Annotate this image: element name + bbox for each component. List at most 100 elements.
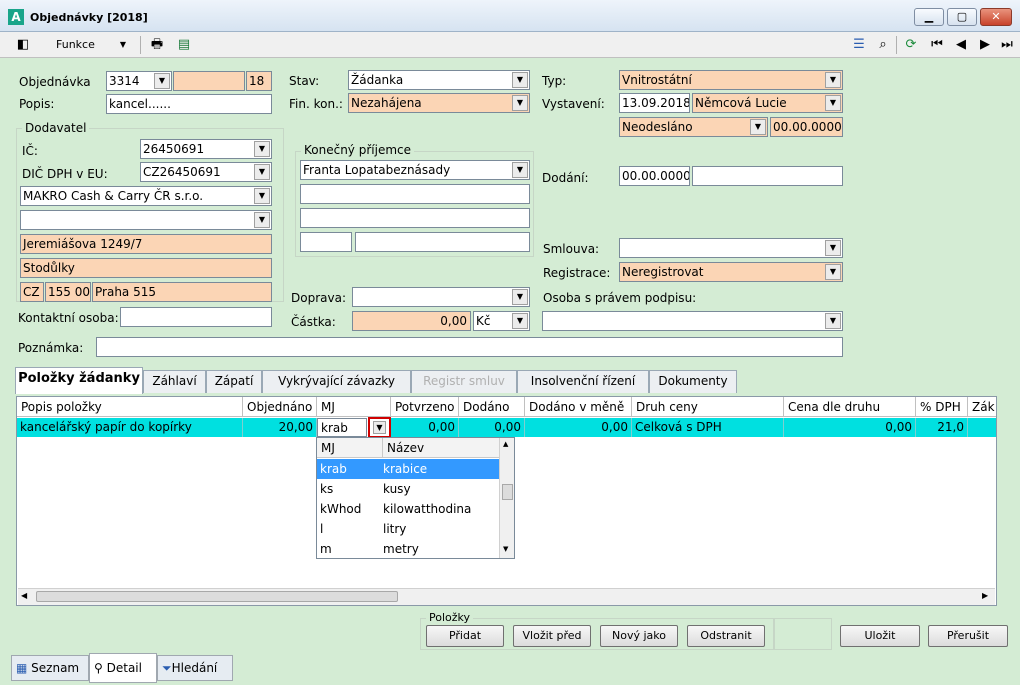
ulozit-button[interactable]: Uložit [840,625,920,647]
recipient-city-input[interactable] [355,232,530,252]
scrollbar-thumb[interactable] [502,484,513,500]
dodani-note-input[interactable] [692,166,843,186]
cell-popis[interactable]: kancelářský papír do kopírky [17,418,243,437]
chevron-down-icon[interactable]: ▼ [512,289,528,305]
dic-select[interactable]: CZ26450691 ▼ [140,162,272,182]
objednavka-select[interactable]: 3314 ▼ [106,71,172,91]
app-menu-icon[interactable]: ◧ [14,36,32,54]
chevron-down-icon[interactable]: ▼ [825,95,841,111]
bottom-tab-detail[interactable]: ⚲ Detail [89,653,157,683]
tab-zahlavi[interactable]: Záhlaví [143,370,206,393]
popup-row[interactable]: ks kusy [317,479,499,499]
maximize-button[interactable]: ▢ [947,8,977,26]
horizontal-scrollbar[interactable]: ◀ ▶ [18,588,995,605]
first-record-icon[interactable]: ⏮ [928,36,946,54]
bottom-tab-seznam[interactable]: ▦ Seznam [11,655,89,681]
previous-record-icon[interactable]: ◀ [952,36,970,54]
cell-mj-editor[interactable]: krab [317,418,367,437]
column-header[interactable]: % DPH [916,397,968,417]
vystaveni-person-select[interactable]: Němcová Lucie ▼ [692,93,843,113]
scroll-right-icon[interactable]: ▶ [982,591,988,600]
chevron-down-icon[interactable]: ▼ [512,313,528,329]
odeslano-select[interactable]: Neodesláno ▼ [619,117,768,137]
objednavka-number-field[interactable] [173,71,245,91]
tab-dokumenty[interactable]: Dokumenty [649,370,737,393]
cell-objednano[interactable]: 20,00 [243,418,317,437]
supplier-name-select[interactable]: MAKRO Cash & Carry ČR s.r.o. ▼ [20,186,272,206]
currency-select[interactable]: Kč ▼ [473,311,530,331]
recipient-name-select[interactable]: Franta Lopatabeznásady ▼ [300,160,530,180]
chevron-down-icon[interactable]: ▼ [512,162,528,178]
popis-input[interactable]: kancel...... [106,94,272,114]
chevron-down-icon[interactable]: ▼ [825,240,841,256]
vystaveni-date-input[interactable]: 13.09.2018 [619,93,690,113]
recipient-line2-input[interactable] [300,184,530,204]
popup-row[interactable]: kWhod kilowatthodina [317,499,499,519]
funkce-menu-button[interactable]: Funkce ▼ [44,36,134,54]
print-icon[interactable]: 🖶 [148,36,166,54]
chevron-down-icon[interactable]: ▼ [254,188,270,204]
minimize-button[interactable]: ▁ [914,8,944,26]
chevron-down-icon[interactable]: ▼ [254,141,270,157]
chevron-down-icon[interactable]: ▼ [750,119,766,135]
pridat-button[interactable]: Přidat [426,625,504,647]
cell-zak[interactable] [968,418,996,437]
scroll-left-icon[interactable]: ◀ [21,591,27,600]
column-header[interactable]: Cena dle druhu [784,397,916,417]
next-record-icon[interactable]: ▶ [976,36,994,54]
popup-vertical-scrollbar[interactable]: ▲ ▼ [499,438,514,558]
last-record-icon[interactable]: ⏭ [998,36,1016,54]
poznamka-input[interactable] [96,337,843,357]
chevron-down-icon[interactable]: ▼ [254,212,270,228]
column-header[interactable]: Dodáno [459,397,525,417]
scroll-down-icon[interactable]: ▼ [503,545,508,553]
chevron-down-icon[interactable]: ▼ [512,95,528,111]
mj-dropdown-button[interactable]: ▼ [368,417,391,438]
chevron-down-icon[interactable]: ▼ [825,72,841,88]
vlozit-pred-button[interactable]: Vložit před [513,625,591,647]
popup-row[interactable]: m metry [317,539,499,559]
recipient-zip-input[interactable] [300,232,352,252]
popup-row[interactable]: krab krabice [317,459,499,479]
recipient-line3-input[interactable] [300,208,530,228]
stav-select[interactable]: Žádanka ▼ [348,70,530,90]
column-header[interactable]: Potvrzeno [391,397,459,417]
typ-select[interactable]: Vnitrostátní ▼ [619,70,843,90]
tab-insolvencni-rizeni[interactable]: Insolvenční řízení [517,370,649,393]
novy-jako-button[interactable]: Nový jako [600,625,678,647]
tab-polozky-zadanky[interactable]: Položky žádanky [15,367,143,394]
popup-row[interactable]: l litry [317,519,499,539]
doprava-select[interactable]: ▼ [352,287,530,307]
column-header[interactable]: Druh ceny [632,397,784,417]
tab-vykryvajici-zavazky[interactable]: Vykrývající závazky [262,370,411,393]
refresh-icon[interactable]: ⟳ [902,36,920,54]
column-header[interactable]: Objednáno [243,397,317,417]
objednavka-year-field[interactable]: 18 [246,71,272,91]
export-icon[interactable]: ▤ [175,36,193,54]
chevron-down-icon[interactable]: ▼ [512,72,528,88]
chevron-down-icon[interactable]: ▼ [254,164,270,180]
cell-potvrzeno[interactable]: 0,00 [391,418,459,437]
cell-dodano-mena[interactable]: 0,00 [525,418,632,437]
cell-cena[interactable]: 0,00 [784,418,916,437]
registrace-select[interactable]: Neregistrovat ▼ [619,262,843,282]
chevron-down-icon[interactable]: ▼ [825,264,841,280]
column-header[interactable]: Dodáno v měně [525,397,632,417]
smlouva-select[interactable]: ▼ [619,238,843,258]
prerusit-button[interactable]: Přerušit [928,625,1008,647]
cell-druh-ceny[interactable]: Celková s DPH [632,418,784,437]
chevron-down-icon[interactable]: ▼ [825,313,841,329]
bottom-tab-hledani[interactable]: ⏷Hledání [157,655,233,681]
scrollbar-thumb[interactable] [36,591,398,602]
tab-zapati[interactable]: Zápatí [206,370,262,393]
supplier-branch-select[interactable]: ▼ [20,210,272,230]
mj-dropdown-list[interactable]: MJ Název krab krabice ks kusy kWhod kilowat… [316,437,515,559]
odstranit-button[interactable]: Odstranit [687,625,765,647]
list-view-icon[interactable]: ☰ [850,36,868,54]
column-header[interactable]: MJ [317,397,391,417]
contact-input[interactable] [120,307,272,327]
close-button[interactable]: ✕ [980,8,1012,26]
cell-dph[interactable]: 21,0 [916,418,968,437]
cell-dodano[interactable]: 0,00 [459,418,525,437]
ic-select[interactable]: 26450691 ▼ [140,139,272,159]
